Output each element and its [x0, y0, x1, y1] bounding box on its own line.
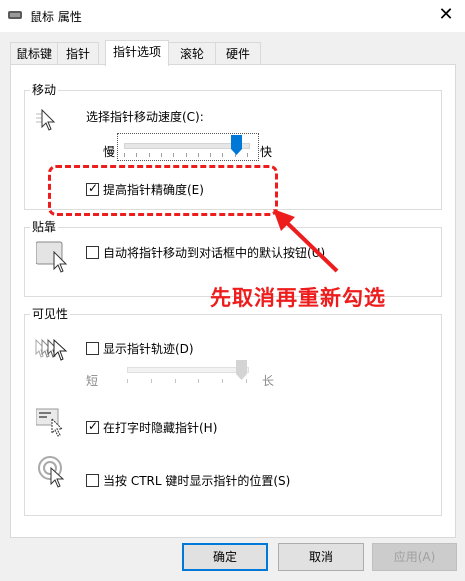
slider-tick	[149, 153, 150, 157]
tab-pointers[interactable]: 指针	[57, 42, 99, 65]
apply-button[interactable]: 应用(A)	[372, 543, 457, 571]
cancel-button[interactable]: 取消	[278, 543, 364, 571]
trails-slider-track[interactable]	[127, 367, 249, 373]
slider-tick	[186, 153, 187, 157]
visibility-legend: 可见性	[30, 305, 71, 322]
pointer-trails-icon	[35, 338, 68, 361]
checkmark-icon: ✓	[88, 419, 99, 433]
speed-label: 选择指针移动速度(C):	[86, 110, 204, 124]
slider-tick	[198, 153, 199, 157]
snap-checkbox[interactable]	[86, 246, 99, 259]
annotation-highlight-box	[48, 165, 278, 216]
ctrl-locate-checkbox[interactable]	[86, 474, 99, 487]
hide-typing-label: 在打字时隐藏指针(H)	[103, 421, 218, 435]
snap-to-icon	[36, 241, 68, 273]
speed-slider-thumb[interactable]	[231, 135, 242, 155]
ok-button[interactable]: 确定	[182, 543, 268, 571]
hide-typing-checkbox[interactable]: ✓	[86, 419, 99, 434]
mouse-properties-icon	[8, 11, 22, 19]
slider-tick	[127, 379, 128, 383]
fast-label: 快	[260, 145, 273, 159]
slider-tick	[175, 379, 176, 383]
trails-label: 显示指针轨迹(D)	[103, 342, 194, 356]
title-bar: 鼠标 属性 ✕	[0, 0, 465, 32]
slider-tick	[161, 153, 162, 157]
speed-slider-ticks	[124, 153, 248, 157]
slider-tick	[247, 153, 248, 157]
slider-tick	[151, 379, 152, 383]
show-location-icon	[38, 456, 65, 488]
tab-wheel[interactable]: 滚轮	[168, 42, 216, 65]
annotation-arrow-icon	[273, 209, 339, 273]
slider-tick	[136, 153, 137, 157]
slider-tick	[222, 153, 223, 157]
hide-while-typing-icon	[36, 408, 64, 437]
trails-slider-thumb[interactable]	[236, 360, 247, 380]
slider-tick	[222, 379, 223, 383]
tab-pointer-options[interactable]: 指针选项	[105, 40, 169, 66]
trails-slider-ticks	[127, 379, 247, 383]
snap-legend: 贴靠	[30, 218, 59, 235]
tab-hardware[interactable]: 硬件	[215, 42, 261, 65]
motion-legend: 移动	[30, 81, 59, 98]
slider-tick	[124, 153, 125, 157]
trails-checkbox[interactable]	[86, 342, 99, 355]
annotation-text: 先取消再重新勾选	[210, 286, 386, 310]
ctrl-locate-label: 当按 CTRL 键时显示指针的位置(S)	[103, 474, 291, 488]
slider-tick	[198, 379, 199, 383]
slider-tick	[210, 153, 211, 157]
close-icon[interactable]: ✕	[436, 6, 456, 26]
slow-label: 慢	[103, 145, 116, 159]
tab-mouse-buttons[interactable]: 鼠标键	[10, 42, 58, 65]
slider-tick	[173, 153, 174, 157]
window-title: 鼠标 属性	[30, 10, 82, 24]
short-label: 短	[86, 374, 99, 388]
long-label: 长	[262, 374, 275, 388]
pointer-speed-icon	[36, 108, 56, 131]
